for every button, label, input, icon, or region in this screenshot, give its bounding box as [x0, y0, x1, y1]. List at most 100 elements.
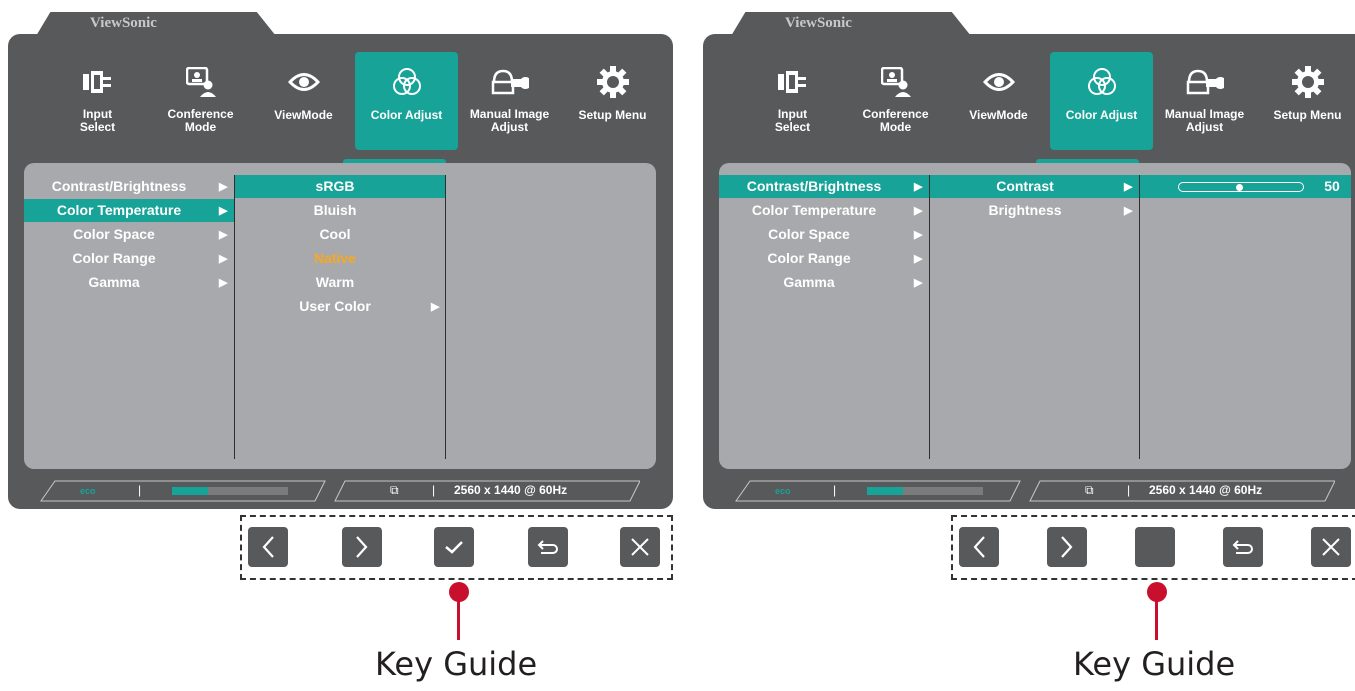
main-menu: Input Select Conference Mode ViewMode Colo… [46, 52, 666, 150]
return-icon [537, 540, 558, 554]
column-divider [445, 175, 446, 459]
key-blank[interactable] [1135, 527, 1175, 567]
key-left[interactable] [248, 527, 288, 567]
arrow-right-icon: ▶ [219, 229, 228, 241]
arrow-right-icon: ▶ [219, 205, 228, 217]
chevron-left-icon [973, 536, 985, 558]
submenu-item-label: Color Space [73, 226, 155, 242]
manual-image-adjust-icon [458, 64, 561, 100]
key-confirm[interactable] [434, 527, 474, 567]
key-close[interactable] [1311, 527, 1351, 567]
submenu-item-color-temperature[interactable]: Color Temperature ▶ [719, 199, 929, 222]
submenu-item-gamma[interactable]: Gamma ▶ [719, 271, 929, 294]
key-left[interactable] [959, 527, 999, 567]
contrast-slider[interactable] [1178, 182, 1304, 192]
submenu-item-label: Gamma [88, 274, 140, 290]
menu-label: Color Adjust [370, 108, 443, 122]
menu-viewmode[interactable]: ViewMode [252, 52, 355, 150]
option-cool[interactable]: Cool [235, 223, 445, 246]
option-label: Contrast [996, 178, 1054, 194]
option-contrast[interactable]: Contrast ▶ [930, 175, 1139, 198]
external-link-icon: ⧉ [390, 483, 399, 497]
arrow-right-icon: ▶ [914, 277, 923, 289]
menu-input-select[interactable]: Input Select [46, 52, 149, 150]
status-bar: eco | ⧉ | 2560 x 1440 @ 60Hz [40, 480, 640, 502]
option-brightness[interactable]: Brightness ▶ [930, 199, 1139, 222]
menu-color-adjust[interactable]: Color Adjust [355, 52, 458, 150]
option-label: Warm [315, 274, 355, 290]
brand-logo: ViewSonic [785, 15, 852, 31]
arrow-right-icon: ▶ [219, 277, 228, 289]
gear-icon [1256, 64, 1355, 100]
arrow-right-icon: ▶ [1124, 205, 1133, 217]
eye-icon [947, 64, 1050, 100]
menu-conference-mode[interactable]: Conference Mode [149, 52, 252, 150]
key-close[interactable] [620, 527, 660, 567]
color-adjust-icon [355, 64, 458, 100]
option-warm[interactable]: Warm [235, 271, 445, 294]
submenu-item-color-temperature[interactable]: Color Temperature ▶ [24, 199, 234, 222]
submenu-item-contrast-brightness[interactable]: Contrast/Brightness ▶ [719, 175, 929, 198]
menu-manual-image-adjust[interactable]: Manual Image Adjust [458, 52, 561, 150]
submenu-item-color-space[interactable]: Color Space ▶ [24, 223, 234, 246]
key-right[interactable] [342, 527, 382, 567]
option-user-color[interactable]: User Color ▶ [235, 295, 445, 318]
submenu-item-gamma[interactable]: Gamma ▶ [24, 271, 234, 294]
menu-label: ViewMode [969, 108, 1028, 122]
submenu-item-color-range[interactable]: Color Range ▶ [24, 247, 234, 270]
menu-label: Setup Menu [578, 108, 647, 122]
arrow-right-icon: ▶ [1124, 181, 1133, 193]
chevron-right-icon [356, 536, 368, 558]
separator: | [1127, 483, 1131, 497]
key-right[interactable] [1047, 527, 1087, 567]
menu-setup[interactable]: Setup Menu [561, 52, 664, 150]
chevron-right-icon [1061, 536, 1073, 558]
option-bluish[interactable]: Bluish [235, 199, 445, 222]
menu-viewmode[interactable]: ViewMode [947, 52, 1050, 150]
separator: | [432, 483, 436, 497]
menu-input-select[interactable]: Input Select [741, 52, 844, 150]
submenu-item-label: Color Space [768, 226, 850, 242]
eco-level-bar [867, 487, 983, 495]
manual-image-adjust-icon [1153, 64, 1256, 100]
arrow-right-icon: ▶ [219, 253, 228, 265]
menu-manual-image-adjust[interactable]: Manual Image Adjust [1153, 52, 1256, 150]
submenu-item-label: Color Range [72, 250, 156, 266]
arrow-right-icon: ▶ [914, 229, 923, 241]
submenu-item-contrast-brightness[interactable]: Contrast/Brightness ▶ [24, 175, 234, 198]
status-bar: eco | ⧉ | 2560 x 1440 @ 60Hz [735, 480, 1335, 502]
menu-conference-mode[interactable]: Conference Mode [844, 52, 947, 150]
slider-thumb[interactable] [1236, 183, 1243, 191]
key-return[interactable] [528, 527, 568, 567]
slider-value: 50 [1324, 178, 1340, 194]
option-native[interactable]: Native [235, 247, 445, 270]
separator: | [138, 483, 142, 497]
external-link-icon: ⧉ [1085, 483, 1094, 497]
key-guide-box [240, 515, 673, 580]
submenu-item-color-range[interactable]: Color Range ▶ [719, 247, 929, 270]
close-icon [1322, 538, 1340, 556]
submenu-item-label: Contrast/Brightness [746, 178, 882, 194]
column-divider [1139, 175, 1140, 459]
menu-label: Color Adjust [1065, 108, 1138, 122]
arrow-right-icon: ▶ [431, 301, 440, 313]
conference-mode-icon [844, 64, 947, 100]
close-icon [631, 538, 649, 556]
input-select-icon [46, 64, 149, 100]
menu-color-adjust[interactable]: Color Adjust [1050, 52, 1153, 150]
option-srgb[interactable]: sRGB [235, 175, 445, 198]
option-label: Bluish [313, 202, 357, 218]
submenu-item-label: Color Temperature [751, 202, 877, 218]
key-guide-label: Key Guide [1073, 645, 1236, 683]
menu-label: Setup Menu [1273, 108, 1342, 122]
menu-label: Conference Mode [862, 107, 929, 134]
submenu-item-color-space[interactable]: Color Space ▶ [719, 223, 929, 246]
arrow-right-icon: ▶ [914, 205, 923, 217]
menu-setup[interactable]: Setup Menu [1256, 52, 1355, 150]
contrast-slider-row[interactable]: 50 [1140, 175, 1351, 198]
submenu-area: Contrast/Brightness ▶ Color Temperature … [24, 163, 656, 469]
gear-icon [561, 64, 664, 100]
option-label: Native [313, 250, 357, 266]
key-return[interactable] [1223, 527, 1263, 567]
pointer-line [1155, 598, 1158, 640]
